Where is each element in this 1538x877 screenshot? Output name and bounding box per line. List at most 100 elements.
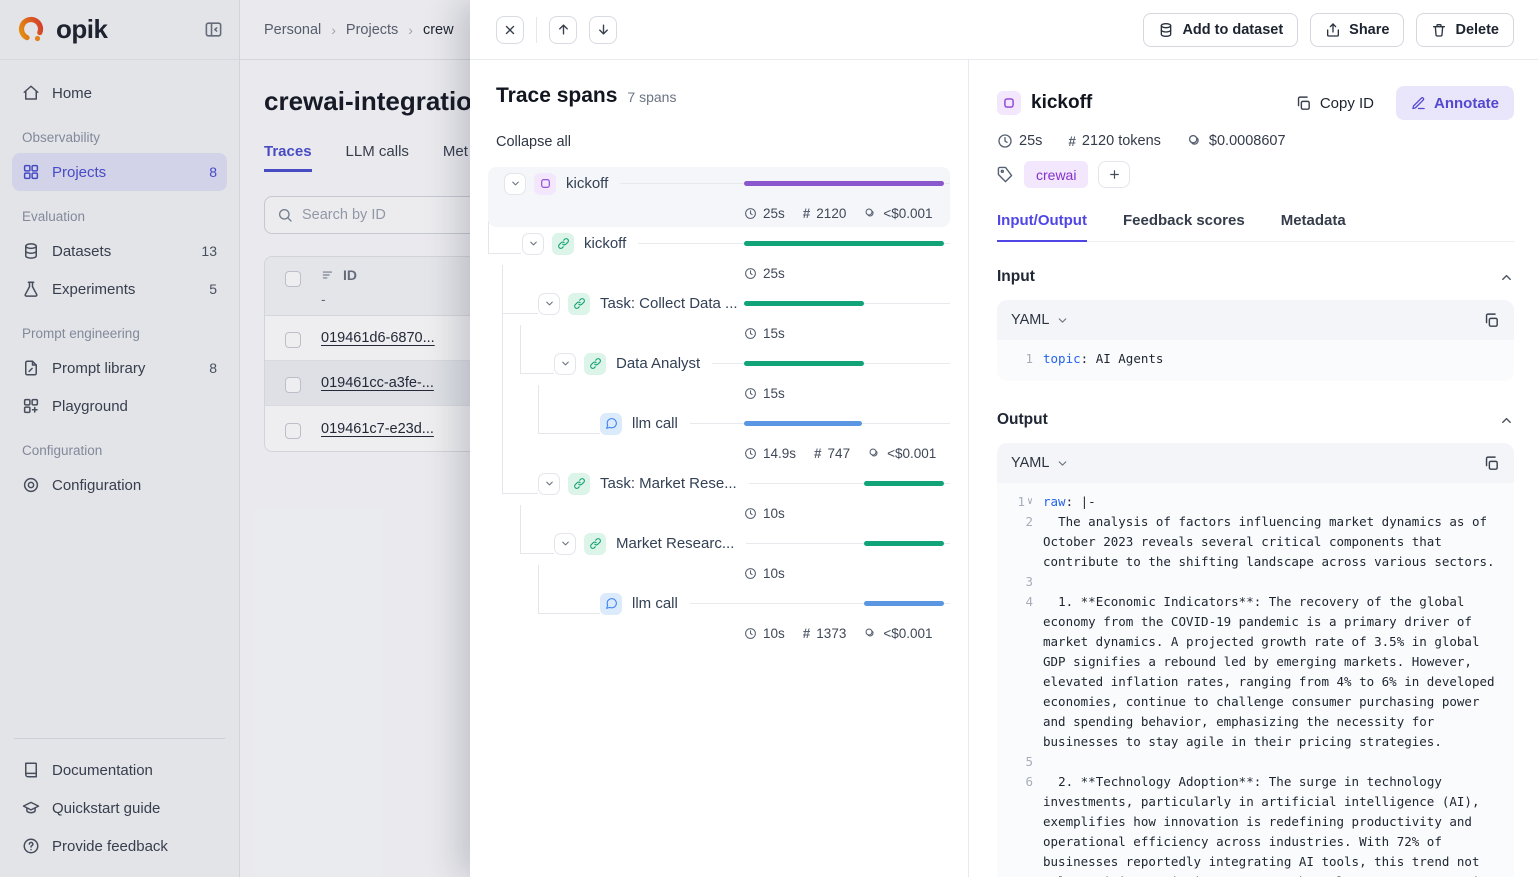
- span-cost: <$0.001: [883, 206, 932, 221]
- code-line: 3: [1003, 572, 1500, 592]
- input-format-select[interactable]: YAML: [1011, 312, 1069, 328]
- app-root: opik HomeObservabilityProjects8Evaluatio…: [0, 0, 1538, 877]
- span-tree-row[interactable]: kickoff25s#2120<$0.001: [488, 167, 950, 227]
- output-section-toggle[interactable]: Output: [997, 411, 1514, 429]
- toolbar-button-label: Add to dataset: [1182, 22, 1283, 38]
- add-tag-button[interactable]: [1098, 161, 1130, 188]
- span-tree-row[interactable]: Data Analyst15s: [488, 347, 950, 407]
- span-duration-bar: [744, 421, 862, 426]
- trace-icon: [997, 91, 1021, 115]
- tab-metadata[interactable]: Metadata: [1281, 212, 1346, 241]
- span-expand-chevron-down-icon[interactable]: [554, 533, 576, 555]
- output-format-select[interactable]: YAML: [1011, 455, 1069, 471]
- copy-icon: [1295, 95, 1312, 112]
- span-duration: 10s: [763, 506, 785, 521]
- code-text: raw: |-: [1043, 492, 1500, 512]
- span-tree-row[interactable]: Task: Market Rese... 10s: [488, 467, 950, 527]
- span-tags: crewai: [997, 161, 1514, 188]
- tag-icon: [997, 166, 1014, 183]
- header-divider: [536, 17, 537, 43]
- trace-icon: [534, 173, 556, 195]
- span-tree-row[interactable]: Task: Collect Data ...15s: [488, 287, 950, 347]
- code-line: 6 2. **Technology Adoption**: The surge …: [1003, 772, 1500, 877]
- fold-chevron-down-icon[interactable]: ∨: [1027, 492, 1033, 512]
- copy-id-button[interactable]: Copy ID: [1295, 95, 1374, 112]
- span-metrics-row: 10s: [744, 560, 950, 587]
- copy-input-icon[interactable]: [1483, 312, 1500, 329]
- coins-icon: [864, 207, 877, 220]
- span-metrics-row: 15s: [744, 380, 950, 407]
- tab-feedback-scores[interactable]: Feedback scores: [1123, 212, 1245, 241]
- chat-bubble-icon: [600, 413, 622, 435]
- output-code: 1∨raw: |-2 The analysis of factors influ…: [997, 483, 1514, 877]
- span-duration: 15s: [763, 386, 785, 401]
- details-tabs: Input/Output Feedback scores Metadata: [997, 212, 1514, 242]
- span-duration: 10s: [763, 626, 785, 641]
- collapse-all-button[interactable]: Collapse all: [496, 134, 571, 150]
- spans-title: Trace spans: [496, 84, 617, 108]
- pencil-icon: [1411, 96, 1426, 111]
- annotate-button[interactable]: Annotate: [1396, 86, 1514, 120]
- spans-count: 7 spans: [627, 89, 676, 105]
- input-section-toggle[interactable]: Input: [997, 268, 1514, 286]
- duration-value: 25s: [1019, 133, 1042, 149]
- line-number: 4: [1003, 592, 1043, 752]
- prev-trace-arrow-up-icon[interactable]: [549, 16, 577, 44]
- toolbar-button-label: Delete: [1455, 22, 1499, 38]
- span-metrics-row: 10s: [744, 500, 950, 527]
- span-expand-chevron-down-icon[interactable]: [554, 353, 576, 375]
- span-label: Task: Collect Data ...: [600, 295, 738, 312]
- clock-icon: [744, 627, 757, 640]
- coins-icon: [864, 627, 877, 640]
- clock-icon: [744, 387, 757, 400]
- clock-icon: [744, 207, 757, 220]
- span-title: kickoff: [1031, 92, 1092, 114]
- chevron-down-icon: [1056, 457, 1069, 470]
- clock-icon: [744, 447, 757, 460]
- coins-icon: [868, 447, 881, 460]
- span-duration-bar: [864, 481, 944, 486]
- panel-body: Trace spans 7 spans Collapse all kickoff…: [470, 60, 1538, 877]
- share-button[interactable]: Share: [1310, 13, 1404, 47]
- span-duration-bar: [744, 301, 864, 306]
- span-expand-chevron-down-icon[interactable]: [522, 233, 544, 255]
- line-number[interactable]: 1∨: [1003, 492, 1043, 512]
- span-tree-row[interactable]: kickoff25s: [488, 227, 950, 287]
- span-label: kickoff: [566, 175, 608, 192]
- coins-icon: [1187, 133, 1203, 149]
- span-expand-chevron-down-icon[interactable]: [504, 173, 526, 195]
- link-icon: [584, 353, 606, 375]
- code-text: [1043, 572, 1500, 592]
- line-number: 6: [1003, 772, 1043, 877]
- clock-icon: [744, 327, 757, 340]
- clock-icon: [744, 567, 757, 580]
- line-number: 3: [1003, 572, 1043, 592]
- next-trace-arrow-down-icon[interactable]: [589, 16, 617, 44]
- span-tree-row[interactable]: llm call10s#1373<$0.001: [488, 587, 950, 647]
- close-icon[interactable]: [496, 16, 524, 44]
- span-metrics-row: 10s#1373<$0.001: [744, 620, 950, 647]
- tab-input-output[interactable]: Input/Output: [997, 212, 1087, 242]
- chevron-down-icon: [1056, 314, 1069, 327]
- delete-button[interactable]: Delete: [1416, 13, 1514, 47]
- span-metrics-row: 25s: [744, 260, 950, 287]
- toolbar-button-label: Share: [1349, 22, 1389, 38]
- add-to-dataset-button[interactable]: Add to dataset: [1143, 13, 1298, 47]
- span-details-pane: kickoff Copy ID Annotate: [968, 60, 1538, 877]
- chat-bubble-icon: [600, 593, 622, 615]
- tag-pill[interactable]: crewai: [1024, 161, 1088, 188]
- span-expand-chevron-down-icon[interactable]: [538, 473, 560, 495]
- span-expand-chevron-down-icon[interactable]: [538, 293, 560, 315]
- code-text: 2. **Technology Adoption**: The surge in…: [1043, 772, 1500, 877]
- copy-output-icon[interactable]: [1483, 455, 1500, 472]
- code-line: 4 1. **Economic Indicators**: The recove…: [1003, 592, 1500, 752]
- span-label: Task: Market Rese...: [600, 475, 737, 492]
- span-tree-row[interactable]: Market Researc... 10s: [488, 527, 950, 587]
- span-duration-bar: [744, 361, 864, 366]
- span-duration-bar: [864, 541, 944, 546]
- span-tree-row[interactable]: llm call14.9s#747<$0.001: [488, 407, 950, 467]
- clock-icon: [997, 133, 1013, 149]
- span-cost: <$0.001: [887, 446, 936, 461]
- trace-panel: Add to dataset Share Delete Trace spans 7 …: [470, 0, 1538, 877]
- span-label: Market Researc...: [616, 535, 734, 552]
